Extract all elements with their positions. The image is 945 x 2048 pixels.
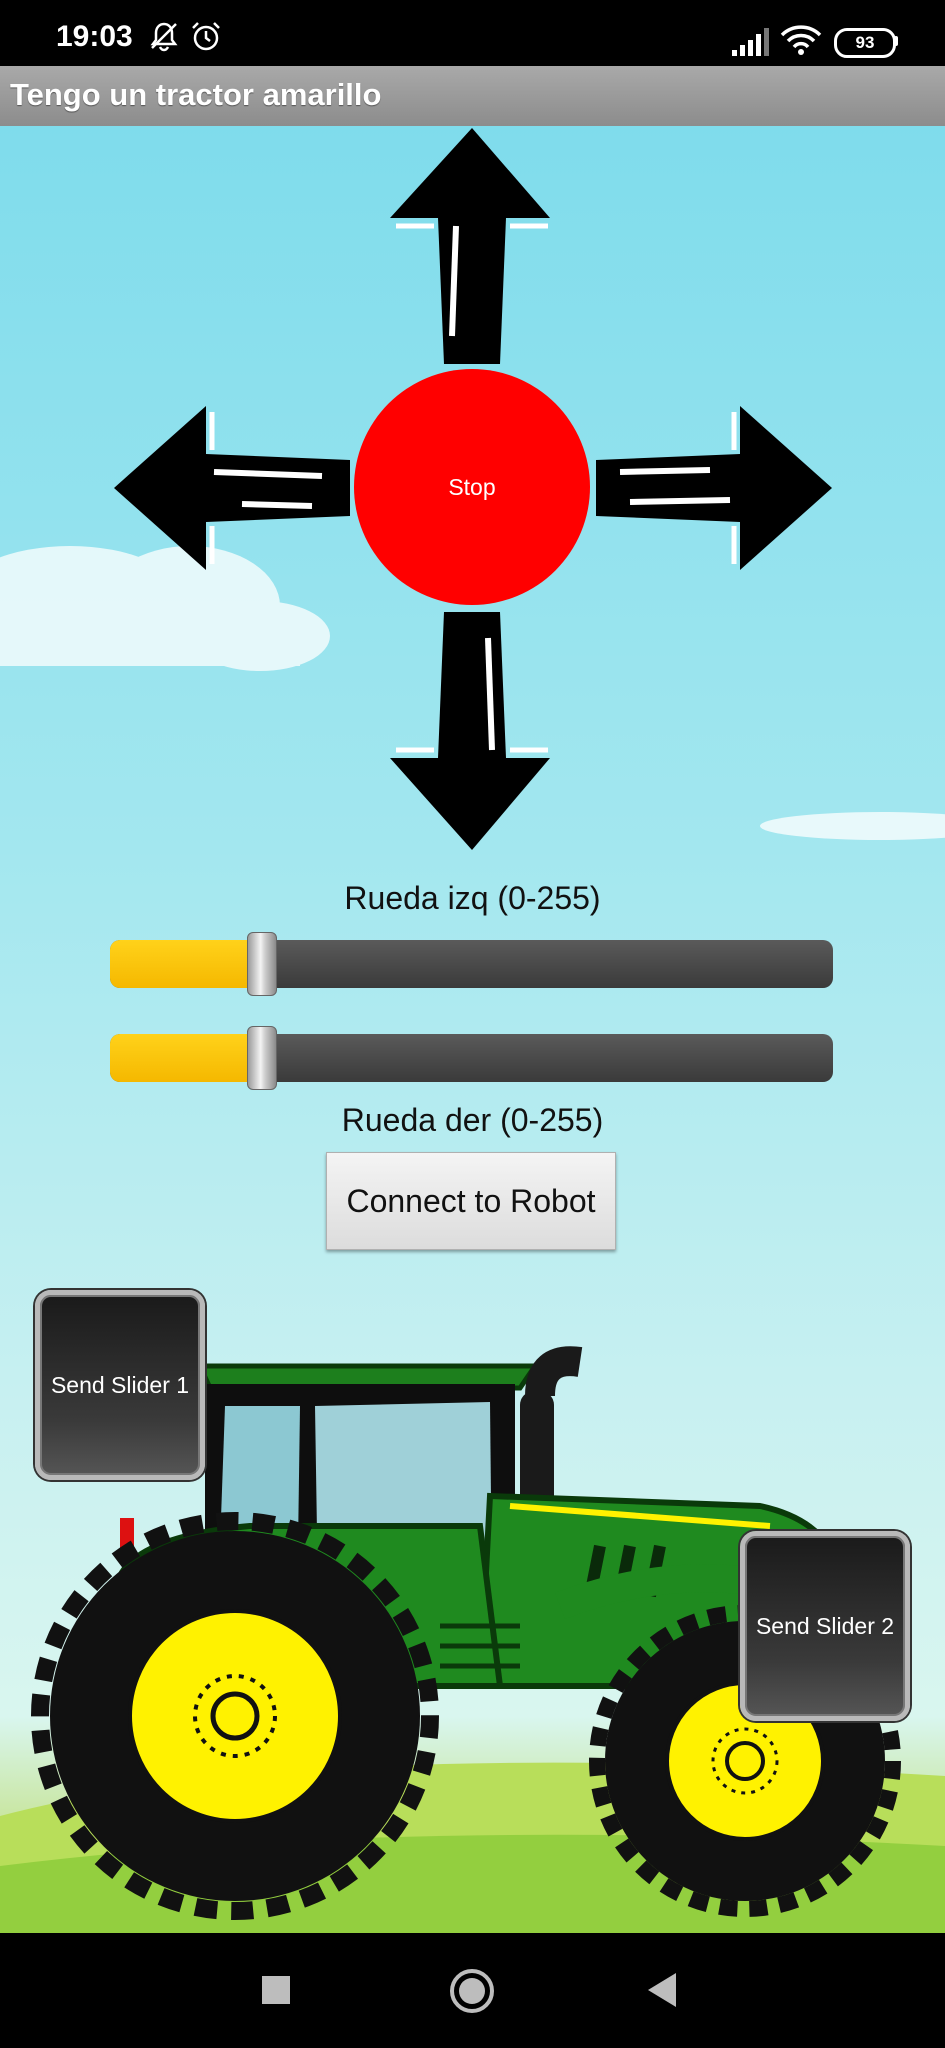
right-arrow-button[interactable] <box>590 404 834 572</box>
forward-arrow-button[interactable] <box>388 126 556 370</box>
back-icon[interactable] <box>648 1973 678 2007</box>
status-bar: 19:03 93 <box>0 0 945 66</box>
slider-left-wheel[interactable] <box>110 932 833 996</box>
stop-button[interactable]: Stop <box>354 369 590 605</box>
app-bar: Tengo un tractor amarillo <box>0 66 945 126</box>
battery-indicator: 93 <box>834 28 896 58</box>
signal-icon <box>732 28 769 56</box>
slider-left-wheel-label: Rueda izq (0-255) <box>344 880 601 916</box>
slider-right-wheel-label: Rueda der (0-255) <box>341 1102 604 1138</box>
wifi-icon <box>780 25 822 55</box>
slider-right-wheel-thumb[interactable] <box>246 1026 277 1090</box>
navigation-bar <box>0 1933 945 2048</box>
slider-right-wheel-fill <box>110 1034 262 1082</box>
alarm-icon <box>192 22 220 51</box>
left-arrow-button[interactable] <box>112 404 356 572</box>
recents-icon[interactable] <box>262 1976 290 2004</box>
home-icon[interactable] <box>448 1967 496 2015</box>
app-title: Tengo un tractor amarillo <box>10 77 382 112</box>
backward-arrow-button[interactable] <box>388 608 556 852</box>
slider-left-wheel-thumb[interactable] <box>246 932 277 996</box>
slider-right-wheel[interactable] <box>110 1026 833 1090</box>
mute-bell-icon <box>150 22 178 52</box>
send-slider-2-button[interactable]: Send Slider 2 <box>740 1531 910 1721</box>
connect-to-robot-button[interactable]: Connect to Robot <box>326 1152 616 1250</box>
slider-left-wheel-fill <box>110 940 262 988</box>
status-time: 19:03 <box>56 20 133 53</box>
send-slider-1-button[interactable]: Send Slider 1 <box>35 1290 205 1480</box>
battery-tip <box>894 36 898 46</box>
main-screen: Stop Rueda izq (0-255) Rueda der (0-255)… <box>0 126 945 1933</box>
